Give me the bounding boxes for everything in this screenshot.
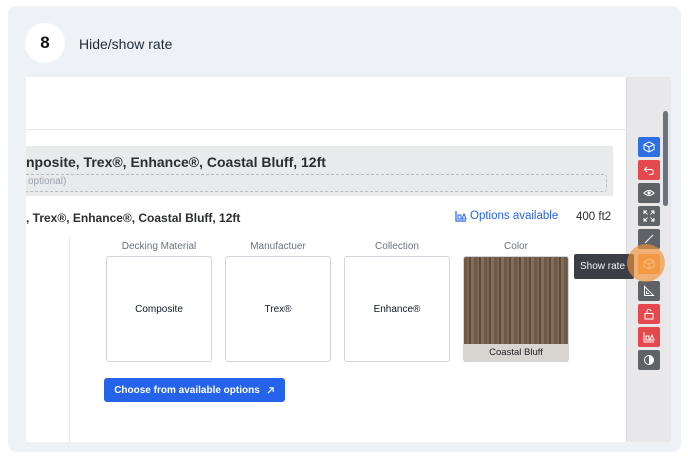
- shapes-icon[interactable]: [638, 327, 660, 347]
- choose-options-label: Choose from available options: [114, 384, 260, 396]
- click-highlight: [627, 244, 665, 282]
- cube-icon[interactable]: [638, 137, 660, 157]
- options-available-label: Options available: [470, 210, 559, 222]
- unlock-icon[interactable]: [638, 304, 660, 324]
- color-swatch-label: Coastal Bluff: [464, 344, 568, 361]
- decking-material-tile[interactable]: Composite: [106, 256, 212, 362]
- eye-icon[interactable]: [638, 183, 660, 203]
- options-icon: [455, 211, 467, 222]
- product-title: , Trex®, Enhance®, Coastal Bluff, 12ft: [26, 211, 241, 225]
- step-title: Hide/show rate: [79, 36, 173, 52]
- product-name-bar: nposite, Trex®, Enhance®, Coastal Bluff,…: [26, 146, 613, 196]
- arrow-up-right-icon: [267, 386, 274, 394]
- product-name: nposite, Trex®, Enhance®, Coastal Bluff,…: [26, 154, 326, 170]
- header-divider: [26, 129, 626, 130]
- area-value: 400 ft2: [576, 211, 612, 223]
- attribute-header: Collection: [375, 241, 419, 252]
- screenshot-panel: nposite, Trex®, Enhance®, Coastal Bluff,…: [26, 77, 671, 442]
- show-rate-tooltip: Show rate: [574, 254, 634, 279]
- color-swatch-tile[interactable]: Coastal Bluff: [463, 256, 569, 362]
- step-card: 8 Hide/show rate nposite, Trex®, Enhance…: [8, 6, 681, 452]
- attribute-header: Decking Material: [121, 241, 197, 252]
- section-divider: [69, 237, 70, 442]
- scrollbar-thumb[interactable]: [663, 111, 668, 206]
- manufacturer-tile[interactable]: Trex®: [225, 256, 331, 362]
- choose-options-button[interactable]: Choose from available options: [104, 378, 285, 402]
- tile-value: Composite: [135, 303, 183, 315]
- undo-icon[interactable]: [638, 160, 660, 180]
- attribute-header: Manufactuer: [250, 241, 306, 252]
- optional-note-field[interactable]: optional): [26, 174, 607, 192]
- collection-tile[interactable]: Enhance®: [344, 256, 450, 362]
- tile-value: Enhance®: [373, 303, 421, 315]
- expand-icon[interactable]: [638, 206, 660, 226]
- step-number-badge: 8: [25, 23, 65, 63]
- ruler-triangle-icon[interactable]: [638, 281, 660, 301]
- attribute-header: Color: [504, 241, 528, 252]
- tile-value: Trex®: [264, 303, 292, 315]
- options-available-link[interactable]: Options available: [455, 210, 558, 222]
- optional-note-placeholder: optional): [28, 176, 67, 187]
- contrast-icon[interactable]: [638, 350, 660, 370]
